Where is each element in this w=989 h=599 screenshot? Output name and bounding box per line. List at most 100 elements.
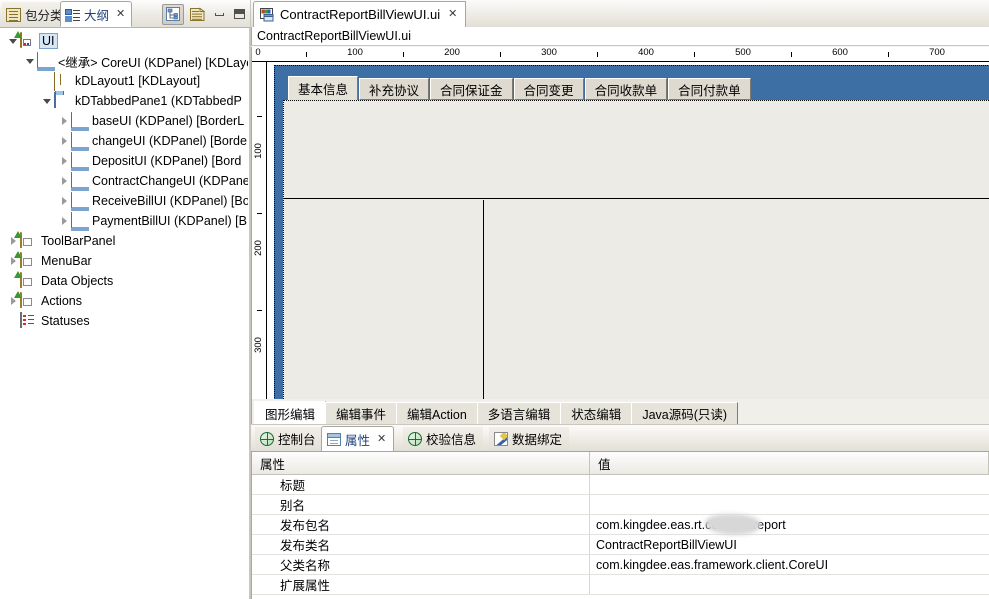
properties-row[interactable]: 发布类名 ContractReportBillViewUI bbox=[252, 535, 989, 555]
expand-arrow-icon[interactable] bbox=[40, 91, 54, 111]
tree-item[interactable]: kDLayout1 [KDLayout] bbox=[0, 71, 248, 91]
tree-item[interactable]: ContractChangeUI (KDPane bbox=[0, 171, 248, 191]
ui-node-icon bbox=[14, 31, 31, 48]
property-value-cell[interactable] bbox=[590, 575, 989, 594]
tab-package-explorer[interactable]: 包分类 bbox=[2, 2, 69, 26]
tab-properties[interactable]: 属性 ✕ bbox=[321, 426, 395, 451]
expand-arrow-icon[interactable] bbox=[57, 111, 71, 131]
editor-mode-tab[interactable]: 多语言编辑 bbox=[476, 402, 562, 424]
form-tab[interactable]: 补充协议 bbox=[359, 78, 430, 100]
tree-hierarchy-icon[interactable] bbox=[162, 3, 184, 25]
tree-item[interactable]: Actions bbox=[0, 291, 248, 311]
properties-row[interactable]: 别名 bbox=[252, 495, 989, 515]
root-form-container[interactable]: 基本信息 补充协议 合同保证金 合同变更 合同收款单 合同付款单 bbox=[274, 65, 989, 399]
properties-row[interactable]: 标题 bbox=[252, 475, 989, 495]
tree-item-icon bbox=[71, 132, 89, 151]
design-canvas[interactable]: 基本信息 补充协议 合同保证金 合同变更 合同收款单 合同付款单 bbox=[268, 63, 989, 399]
editor-mode-tab[interactable]: 编辑Action bbox=[396, 402, 478, 424]
column-header-value[interactable]: 值 bbox=[590, 452, 989, 474]
tab-console[interactable]: 控制台 bbox=[255, 427, 323, 450]
form-west-region[interactable] bbox=[284, 200, 484, 399]
panel-icon bbox=[37, 52, 55, 71]
tree-item[interactable]: DepositUI (KDPanel) [Bord bbox=[0, 151, 248, 171]
tree-item-icon bbox=[20, 312, 38, 329]
outline-tree[interactable]: UI <继承> CoreUI (KDPanel) [KDLayo kDLayout1… bbox=[0, 28, 248, 331]
tab-outline[interactable]: 大纲 ✕ bbox=[60, 1, 133, 27]
tree-item[interactable]: UI bbox=[0, 31, 248, 51]
editor-mode-tab[interactable]: 图形编辑 bbox=[254, 401, 327, 424]
property-name: 父类名称 bbox=[252, 555, 590, 574]
tree-item[interactable]: kDTabbedPane1 (KDTabbedP bbox=[0, 91, 248, 111]
form-tab[interactable]: 合同付款单 bbox=[668, 78, 751, 100]
tree-item[interactable]: baseUI (KDPanel) [BorderL bbox=[0, 111, 248, 131]
expand-arrow-icon[interactable] bbox=[57, 131, 71, 151]
property-value-cell[interactable]: ContractReportBillViewUI bbox=[590, 535, 989, 554]
properties-row[interactable]: 父类名称 com.kingdee.eas.framework.client.Cor… bbox=[252, 555, 989, 575]
tree-item-label: UI bbox=[39, 33, 58, 49]
expand-arrow-icon[interactable] bbox=[57, 171, 71, 191]
properties-row[interactable]: 发布包名com.kingdee.eas.rt.contract.report bbox=[252, 514, 989, 535]
property-value-cell[interactable] bbox=[590, 495, 989, 514]
expand-arrow-icon[interactable] bbox=[6, 311, 20, 331]
form-tab[interactable]: 基本信息 bbox=[288, 76, 359, 100]
console-icon bbox=[260, 431, 274, 446]
form-tabbed-pane[interactable]: 基本信息 补充协议 合同保证金 合同变更 合同收款单 合同付款单 bbox=[283, 74, 989, 100]
expand-arrow-icon[interactable] bbox=[57, 211, 71, 231]
close-icon[interactable]: ✕ bbox=[448, 9, 457, 20]
tab-data-binding[interactable]: 数据绑定 bbox=[489, 427, 570, 450]
property-value-cell[interactable] bbox=[590, 475, 989, 494]
tab-validation[interactable]: 校验信息 bbox=[403, 427, 484, 450]
tree-item[interactable]: ToolBarPanel bbox=[0, 231, 248, 251]
ruler-h-tick bbox=[500, 52, 501, 57]
form-tab[interactable]: 合同变更 bbox=[513, 78, 584, 100]
package-explorer-icon bbox=[6, 7, 21, 22]
expand-arrow-icon[interactable] bbox=[23, 51, 37, 71]
expand-arrow-icon[interactable] bbox=[57, 191, 71, 211]
form-base-panel[interactable] bbox=[283, 100, 989, 399]
expand-arrow-icon[interactable] bbox=[40, 71, 54, 91]
editor-canvas-area: 0 100 200 300 400 500 600 700 100 200 300 基本信息 补充协… bbox=[251, 47, 989, 399]
maximize-glyph bbox=[233, 9, 245, 19]
tree-item[interactable]: changeUI (KDPanel) [Borde bbox=[0, 131, 248, 151]
properties-table-header: 属性 值 bbox=[252, 452, 989, 475]
close-icon[interactable]: ✕ bbox=[377, 433, 386, 445]
panel-icon bbox=[71, 152, 89, 171]
editor-mode-tab[interactable]: Java源码(只读) bbox=[631, 402, 739, 424]
tab-contractreportbillviewui[interactable]: ContractReportBillViewUI.ui ✕ bbox=[253, 1, 467, 27]
editor-mode-tab[interactable]: 状态编辑 bbox=[560, 402, 633, 424]
tree-item[interactable]: PaymentBillUI (KDPanel) [B bbox=[0, 211, 248, 231]
form-center-region[interactable] bbox=[485, 200, 989, 399]
property-name: 标题 bbox=[252, 475, 590, 494]
tree-item-icon bbox=[71, 212, 89, 231]
editor-mode-tab[interactable]: 编辑事件 bbox=[325, 402, 398, 424]
panel-icon bbox=[71, 172, 89, 191]
data-binding-icon bbox=[494, 431, 508, 446]
outline-icon bbox=[65, 8, 80, 22]
table-sheet-icon[interactable] bbox=[186, 4, 208, 25]
tree-item-icon bbox=[71, 172, 89, 191]
close-icon[interactable]: ✕ bbox=[116, 8, 125, 20]
property-value-cell[interactable]: com.kingdee.eas.framework.client.CoreUI bbox=[590, 555, 989, 574]
property-value-cell[interactable]: com.kingdee.eas.rt.contract.report bbox=[590, 514, 989, 535]
form-north-region[interactable] bbox=[284, 101, 989, 199]
left-view-stack: 包分类 大纲 ✕ UI <继承> CoreUI (KDPanel) [KDLay… bbox=[0, 0, 250, 599]
tree-item[interactable]: Data Objects bbox=[0, 271, 248, 291]
maximize-icon[interactable] bbox=[230, 5, 248, 23]
panel-icon bbox=[71, 112, 89, 131]
ruler-v-label: 200 bbox=[253, 240, 264, 256]
tree-item-icon bbox=[71, 112, 89, 131]
tree-item[interactable]: ReceiveBillUI (KDPanel) [Bo bbox=[0, 191, 248, 211]
form-tab[interactable]: 合同保证金 bbox=[430, 78, 513, 100]
minimize-icon[interactable] bbox=[210, 5, 228, 23]
tree-item[interactable]: Statuses bbox=[0, 311, 248, 331]
tree-item[interactable]: <继承> CoreUI (KDPanel) [KDLayo bbox=[0, 51, 248, 71]
tree-item-icon bbox=[71, 152, 89, 171]
properties-row[interactable]: 扩展属性 bbox=[252, 575, 989, 595]
tree-item-icon bbox=[14, 31, 38, 49]
form-tab[interactable]: 合同收款单 bbox=[584, 78, 668, 100]
expand-arrow-icon[interactable] bbox=[57, 151, 71, 171]
tree-item-label: <继承> CoreUI (KDPanel) [KDLayo bbox=[58, 55, 248, 70]
tree-item[interactable]: MenuBar bbox=[0, 251, 248, 271]
column-header-name[interactable]: 属性 bbox=[252, 452, 590, 474]
editor-tab-label: ContractReportBillViewUI.ui bbox=[280, 7, 441, 22]
